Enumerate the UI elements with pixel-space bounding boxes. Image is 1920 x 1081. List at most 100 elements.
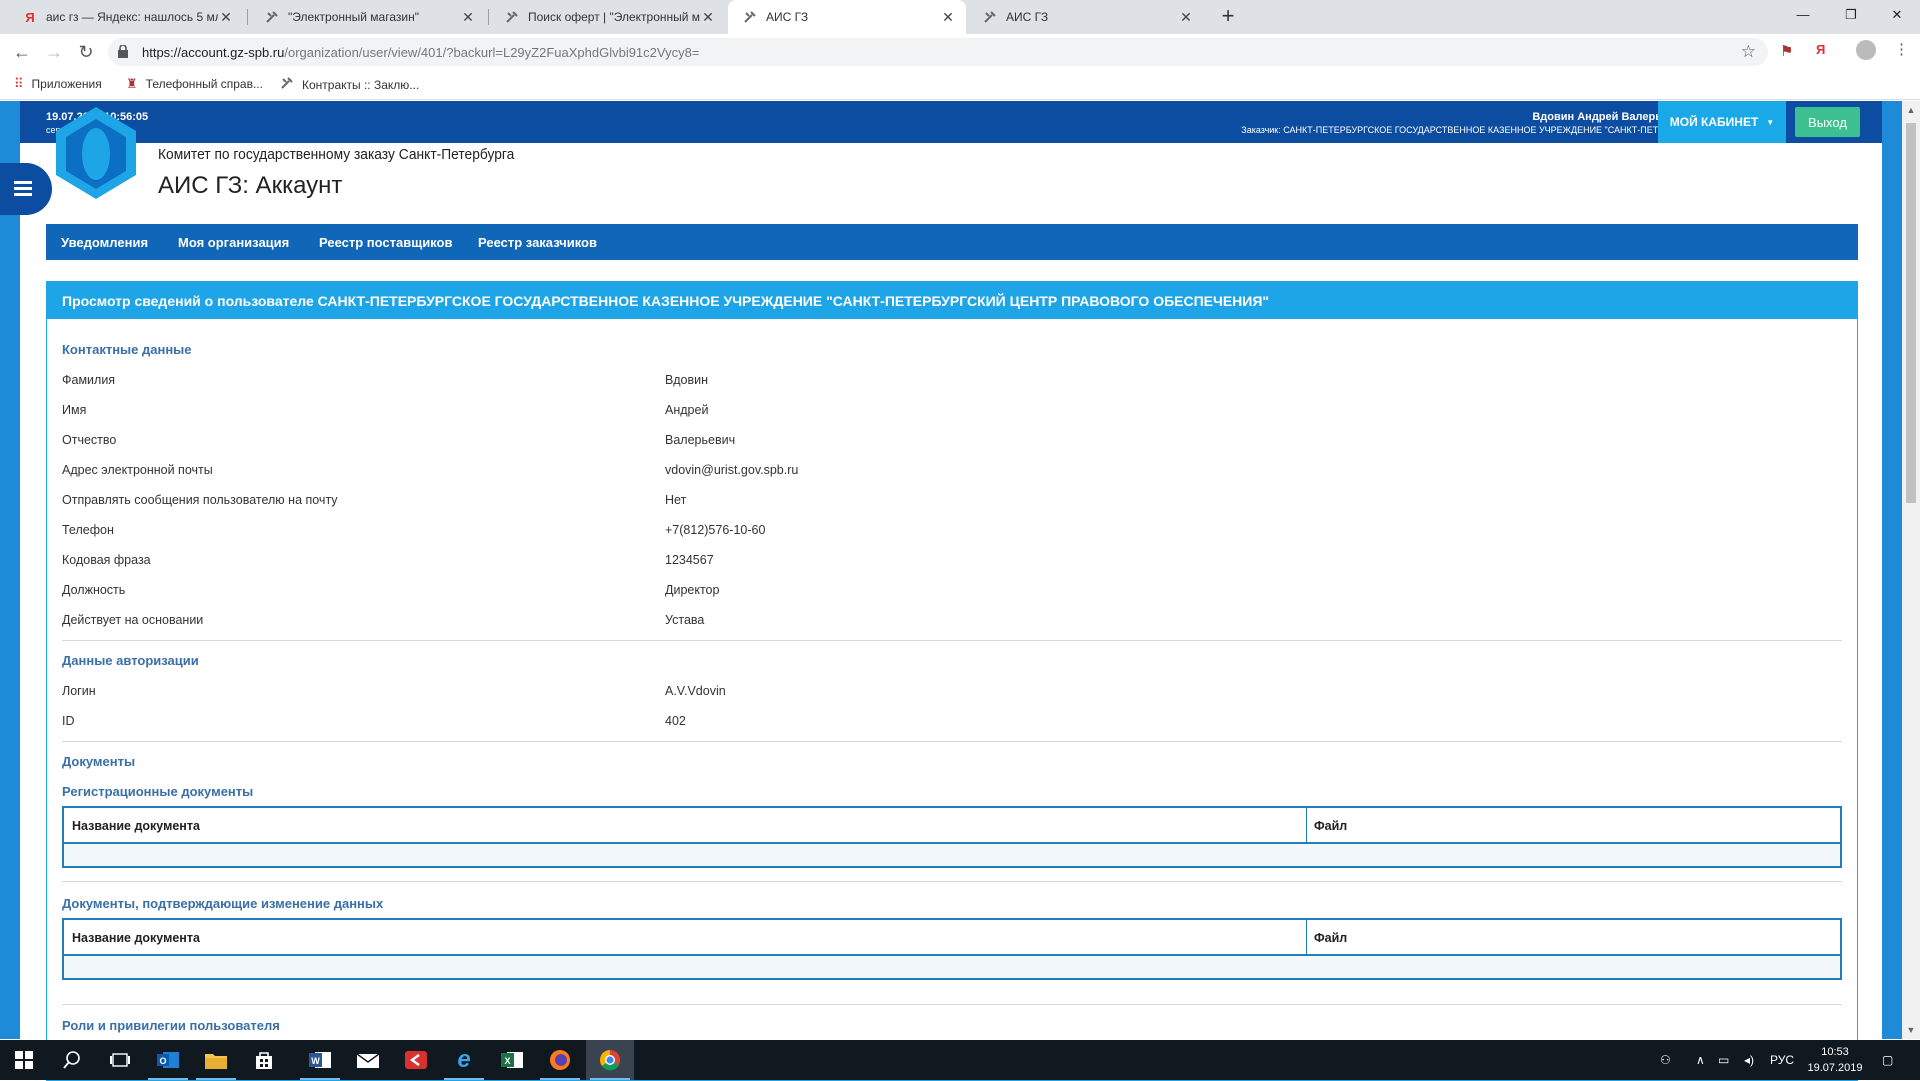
back-icon[interactable]: ← [10, 40, 34, 64]
page-scrollbar[interactable]: ▲ ▼ [1902, 101, 1920, 1039]
browser-tab[interactable]: Поиск оферт | "Электронный ма ✕ [490, 0, 726, 34]
emblem-icon: ♜ [126, 76, 138, 91]
change-docs-table: Название документа Файл [62, 918, 1842, 980]
clock-time: 10:53 [1821, 1046, 1849, 1058]
tab-title: аис гз — Яндекс: нашлось 5 млн [46, 10, 218, 24]
close-icon[interactable]: ✕ [460, 9, 476, 26]
close-icon[interactable]: ✕ [1178, 9, 1194, 26]
mail-icon[interactable] [344, 1040, 392, 1080]
bookmark-contracts[interactable]: Контракты :: Заклю... [280, 76, 419, 93]
field-label: Адрес электронной почты [62, 463, 213, 477]
panel-title: Просмотр сведений о пользователе САНКТ-П… [47, 282, 1857, 319]
url-host: https://account.gz-spb.ru [142, 45, 285, 60]
yandex-extension-icon[interactable]: Я [1816, 42, 1825, 57]
bookmark-star-icon[interactable]: ☆ [1741, 42, 1756, 62]
field-value: Андрей [665, 403, 709, 417]
sidebar-toggle-button[interactable] [0, 163, 52, 215]
svg-text:W: W [311, 1056, 320, 1066]
profile-avatar[interactable] [1856, 40, 1876, 60]
field-label: Имя [62, 403, 87, 417]
minimize-icon[interactable]: — [1780, 0, 1826, 30]
column-header-doc-name: Название документа [72, 931, 200, 945]
close-icon[interactable]: ✕ [700, 9, 716, 26]
windows-start-icon[interactable] [0, 1040, 48, 1080]
nav-customer-registry[interactable]: Реестр заказчиков [478, 235, 597, 250]
divider [62, 640, 1842, 641]
field-label: ID [62, 714, 75, 728]
close-icon[interactable]: ✕ [218, 9, 234, 26]
url-text: https://account.gz-spb.ru/organization/u… [142, 45, 699, 60]
column-header-doc-name: Название документа [72, 819, 200, 833]
scroll-down-icon[interactable]: ▼ [1902, 1025, 1920, 1035]
taskbar-clock[interactable]: 10:53 19.07.2019 [1800, 1044, 1870, 1076]
browser-tab-active[interactable]: АИС ГЗ ✕ [728, 0, 966, 34]
tools-icon [280, 76, 294, 93]
nav-supplier-registry[interactable]: Реестр поставщиков [319, 235, 452, 250]
change-docs-title: Документы, подтверждающие изменение данн… [62, 896, 384, 911]
tools-icon [742, 9, 758, 25]
my-cabinet-button[interactable]: МОЙ КАБИНЕТ ▼ [1658, 101, 1786, 143]
browser-tab[interactable]: Я аис гз — Яндекс: нашлось 5 млн ✕ [8, 0, 244, 34]
menu-dots-icon[interactable]: ⋮ [1894, 40, 1909, 58]
svg-text:O: O [159, 1056, 166, 1066]
firefox-icon[interactable] [536, 1040, 584, 1080]
table-row [64, 956, 1840, 978]
task-view-icon[interactable] [96, 1040, 144, 1080]
caret-down-icon: ▼ [1766, 117, 1775, 127]
field-label: Отчество [62, 433, 117, 447]
new-tab-button[interactable]: + [1215, 4, 1241, 30]
field-value: Устава [665, 613, 705, 627]
browser-tab[interactable]: "Электронный магазин" ✕ [250, 0, 486, 34]
internet-explorer-icon[interactable]: e [440, 1040, 488, 1080]
clock-date: 19.07.2019 [1807, 1062, 1863, 1074]
logout-button[interactable]: Выход [1795, 107, 1860, 137]
field-value: A.V.Vdovin [665, 684, 726, 698]
chrome-icon[interactable] [586, 1040, 634, 1080]
url-input[interactable]: https://account.gz-spb.ru/organization/u… [108, 38, 1768, 66]
store-icon[interactable] [240, 1040, 288, 1080]
nav-my-organization[interactable]: Моя организация [178, 235, 289, 250]
network-icon[interactable]: ▭ [1718, 1040, 1729, 1080]
bookmark-apps[interactable]: ⠿ Приложения [14, 76, 102, 92]
restore-icon[interactable]: ❐ [1828, 0, 1874, 30]
table-row [64, 844, 1840, 866]
file-explorer-icon[interactable] [192, 1040, 240, 1080]
roles-section-title: Роли и привилегии пользователя [62, 1018, 280, 1033]
tab-title: "Электронный магазин" [288, 10, 419, 24]
address-toolbar: ← → ↻ https://account.gz-spb.ru/organiza… [0, 34, 1920, 70]
hamburger-icon [14, 181, 32, 184]
registration-docs-table: Название документа Файл [62, 806, 1842, 868]
field-label: Отправлять сообщения пользователю на поч… [62, 493, 338, 507]
notifications-icon[interactable]: ▢ [1882, 1040, 1893, 1080]
close-window-icon[interactable]: ✕ [1874, 0, 1920, 30]
bookmark-label: Контракты :: Заклю... [302, 77, 420, 92]
bookmarks-bar: ⠿ Приложения ♜ Телефонный справ... Контр… [0, 70, 1920, 100]
word-icon[interactable]: W [296, 1040, 344, 1080]
field-label: Логин [62, 684, 96, 698]
bookmark-label: Приложения [31, 77, 102, 91]
volume-icon[interactable]: ◂) [1744, 1040, 1754, 1080]
search-icon[interactable] [48, 1040, 96, 1080]
reload-icon[interactable]: ↻ [74, 40, 98, 64]
excel-icon[interactable]: X [488, 1040, 536, 1080]
show-hidden-icons[interactable]: ∧ [1696, 1040, 1705, 1080]
field-value: 402 [665, 714, 686, 728]
contacts-section-title: Контактные данные [62, 342, 192, 357]
forward-icon[interactable]: → [42, 40, 66, 64]
outlook-icon[interactable]: O [144, 1040, 192, 1080]
close-icon[interactable]: ✕ [940, 9, 956, 26]
bookmark-phonebook[interactable]: ♜ Телефонный справ... [126, 76, 263, 92]
language-indicator[interactable]: РУС [1770, 1040, 1794, 1080]
tools-icon [982, 9, 998, 25]
extension-icon[interactable]: ⚑ [1780, 42, 1793, 60]
user-details-panel: Просмотр сведений о пользователе САНКТ-П… [46, 281, 1858, 1081]
app-red-icon[interactable] [392, 1040, 440, 1080]
svg-text:X: X [504, 1056, 510, 1066]
scroll-up-icon[interactable]: ▲ [1902, 105, 1920, 115]
people-icon[interactable]: ⚇ [1660, 1040, 1671, 1080]
browser-tab[interactable]: АИС ГЗ ✕ [968, 0, 1204, 34]
scrollbar-thumb[interactable] [1906, 123, 1916, 503]
nav-notifications[interactable]: Уведомления [61, 235, 148, 250]
field-value: +7(812)576-10-60 [665, 523, 766, 537]
field-label: Должность [62, 583, 126, 597]
